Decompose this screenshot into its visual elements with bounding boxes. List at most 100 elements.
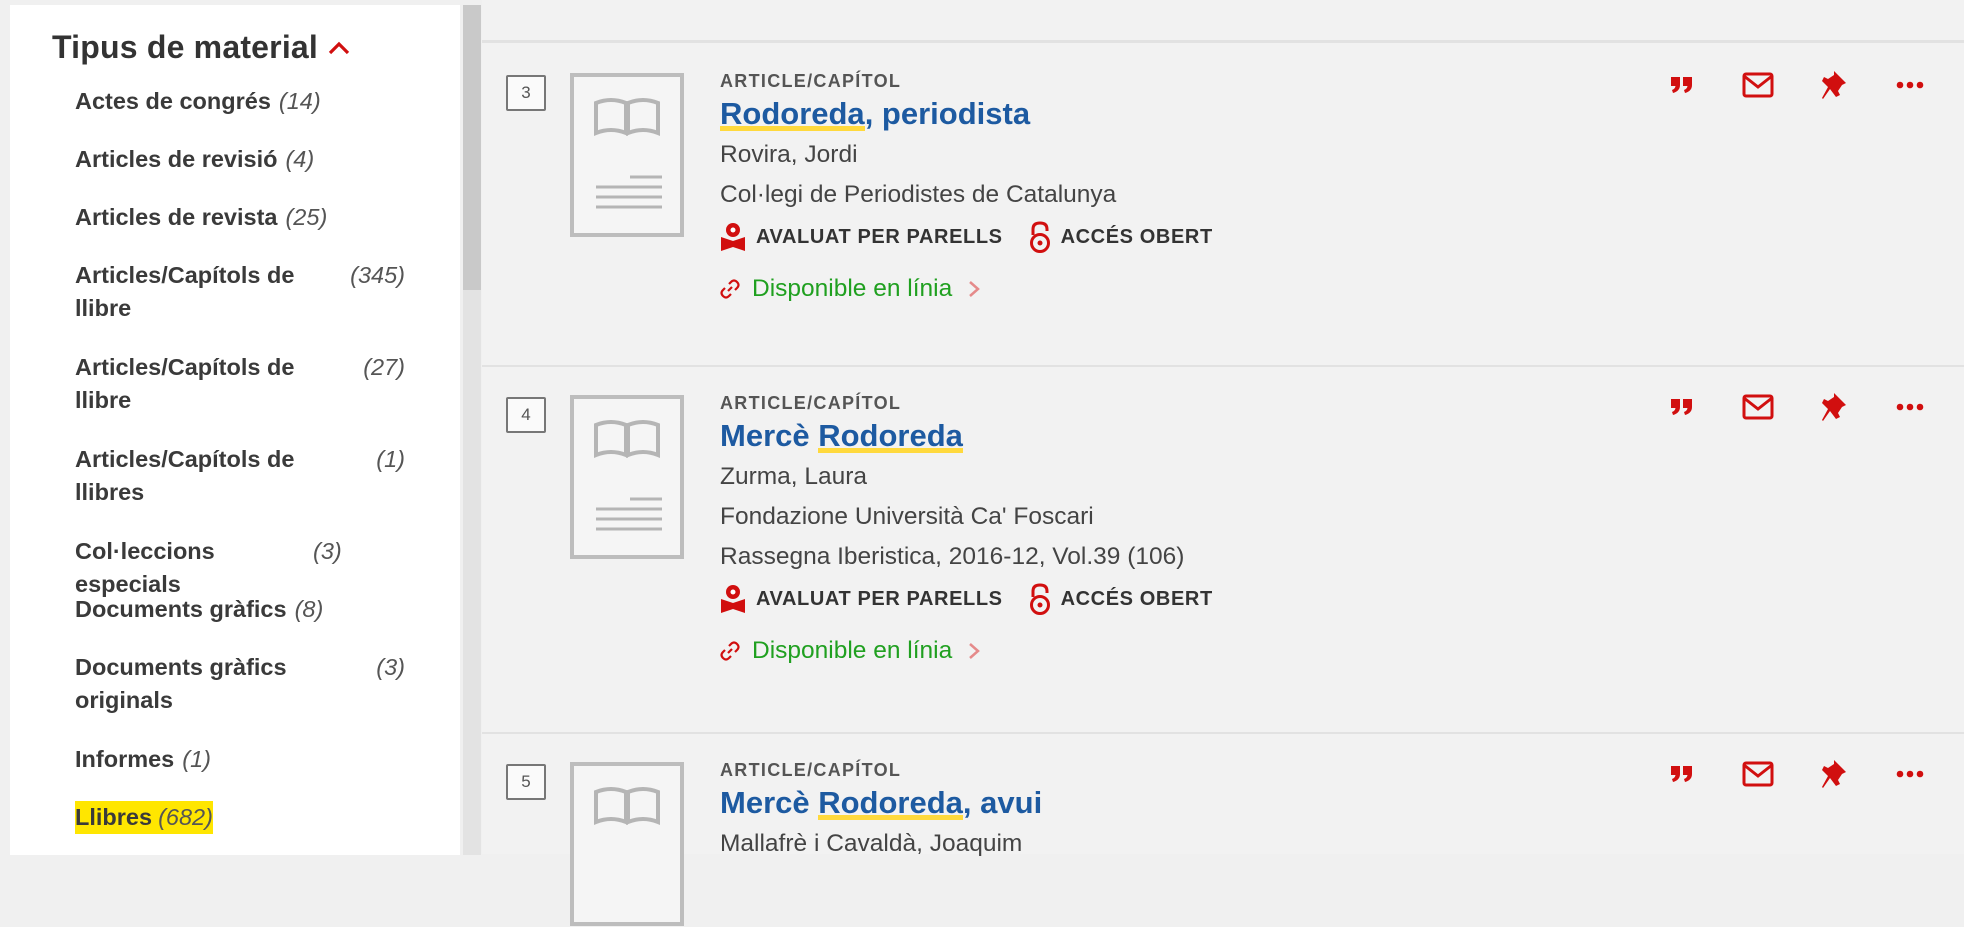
link-icon — [720, 641, 740, 661]
facet-item-label: Llibres — [75, 801, 153, 834]
result-badges: AVALUAT PER PARELLS ACCÉS OBERT — [720, 579, 1520, 619]
facet-item-count: (1) — [182, 746, 211, 772]
result-author: Mallafrè i Cavaldà, Joaquim — [720, 830, 1023, 857]
peer-review-icon — [721, 585, 745, 613]
open-access-label: ACCÉS OBERT — [1060, 587, 1213, 610]
book-placeholder-icon — [594, 420, 662, 531]
result-body: ARTICLE/CAPÍTOL Rodoreda, periodista Rov… — [720, 67, 1520, 303]
open-lock-icon — [1029, 583, 1050, 615]
open-access-badge: ACCÉS OBERT — [1029, 583, 1213, 615]
result-title-highlight: Rodoreda — [818, 418, 963, 453]
result-actions — [1662, 754, 1964, 794]
facet-item-label: Articles/Capítols de llibre — [75, 354, 295, 413]
result-title-highlight: Rodoreda — [720, 96, 865, 131]
result-type: ARTICLE/CAPÍTOL — [720, 760, 902, 780]
result-publisher: Fondazione Università Ca' Foscari — [720, 503, 1094, 530]
chevron-up-icon[interactable] — [328, 41, 350, 55]
facet-item-label: Documents gràfics — [75, 596, 287, 622]
result-title[interactable]: Mercè Rodoreda, avui — [720, 784, 1520, 824]
result-thumbnail[interactable] — [570, 73, 684, 237]
availability-link[interactable]: Disponible en línia — [720, 637, 1520, 665]
quote-icon — [1671, 766, 1692, 782]
facet-item[interactable]: Documents gràfics (8) — [75, 593, 405, 626]
cite-button[interactable] — [1662, 65, 1702, 105]
peer-review-badge: AVALUAT PER PARELLS — [720, 222, 1003, 252]
facet-item[interactable]: Documents gràfics originals (3) — [75, 651, 405, 717]
facet-item[interactable]: Informes (1) — [75, 743, 405, 776]
availability-label: Disponible en línia — [752, 637, 953, 664]
facet-item-count: (8) — [294, 596, 324, 622]
facet-group-header[interactable]: Tipus de material — [52, 29, 350, 66]
facet-item-count: (4) — [285, 146, 315, 172]
peer-review-badge: AVALUAT PER PARELLS — [720, 584, 1003, 614]
more-actions-button[interactable] — [1890, 65, 1930, 105]
result-title[interactable]: Mercè Rodoreda — [720, 417, 1520, 457]
result-body: ARTICLE/CAPÍTOL Mercè Rodoreda Zurma, La… — [720, 389, 1520, 665]
email-button[interactable] — [1738, 754, 1778, 794]
more-icon — [1896, 770, 1924, 778]
results-list: 3 ARTICLE/CAPÍTOL Rodoreda, periodista R… — [482, 0, 1964, 926]
email-button[interactable] — [1738, 387, 1778, 427]
peer-review-label: AVALUAT PER PARELLS — [756, 225, 1003, 248]
facet-item-count: (25) — [285, 204, 328, 230]
facet-item-count: (682) — [152, 801, 213, 834]
pin-button[interactable] — [1814, 65, 1854, 105]
open-access-badge: ACCÉS OBERT — [1029, 221, 1213, 253]
more-actions-button[interactable] — [1890, 754, 1930, 794]
result-number: 4 — [506, 397, 546, 433]
result-source: Rassegna Iberistica, 2016-12, Vol.39 (10… — [720, 543, 1185, 570]
facet-item-count: (27) — [363, 354, 405, 380]
facet-item[interactable]: Articles/Capítols de llibre (345) — [75, 259, 405, 325]
mail-icon — [1742, 394, 1774, 420]
result-card: 4 ARTICLE/CAPÍTOL Mercè Rodoreda Zurma, … — [482, 365, 1964, 733]
facet-item-count: (1) — [376, 446, 405, 472]
facet-item[interactable]: Articles/Capítols de llibre (27) — [75, 351, 405, 417]
facet-item-label: Articles/Capítols de llibres — [75, 446, 295, 505]
cite-button[interactable] — [1662, 754, 1702, 794]
email-button[interactable] — [1738, 65, 1778, 105]
facet-item-label: Col·leccions especials — [75, 538, 215, 597]
facet-item[interactable]: Articles de revista (25) — [75, 201, 405, 234]
result-thumbnail[interactable] — [570, 762, 684, 926]
pin-icon — [1822, 71, 1846, 99]
result-title-prefix: Mercè — [720, 785, 819, 820]
facet-item-label: Informes — [75, 746, 175, 772]
facet-item-label: Documents gràfics originals — [75, 654, 287, 713]
result-type: ARTICLE/CAPÍTOL — [720, 71, 902, 91]
result-publisher: Col·legi de Periodistes de Catalunya — [720, 181, 1117, 208]
open-lock-icon — [1029, 221, 1050, 253]
more-icon — [1896, 81, 1924, 89]
facet-item-label: Articles de revisió — [75, 146, 278, 172]
result-author: Rovira, Jordi — [720, 141, 858, 168]
facet-item[interactable]: Articles de revisió (4) — [75, 143, 405, 176]
pin-button[interactable] — [1814, 387, 1854, 427]
result-card: 5 ARTICLE/CAPÍTOL Mercè Rodoreda, avui M… — [482, 732, 1964, 926]
cite-button[interactable] — [1662, 387, 1702, 427]
availability-link[interactable]: Disponible en línia — [720, 275, 1520, 303]
result-title-rest: , avui — [962, 785, 1043, 820]
result-card: 3 ARTICLE/CAPÍTOL Rodoreda, periodista R… — [482, 41, 1964, 366]
facet-item-label: Articles/Capítols de llibre — [75, 262, 295, 321]
more-actions-button[interactable] — [1890, 387, 1930, 427]
result-badges: AVALUAT PER PARELLS ACCÉS OBERT — [720, 217, 1520, 257]
facet-title: Tipus de material — [52, 29, 319, 65]
result-thumbnail[interactable] — [570, 395, 684, 559]
sidebar-scrollbar-thumb[interactable] — [463, 5, 481, 290]
pin-button[interactable] — [1814, 754, 1854, 794]
facet-item-count: (3) — [376, 654, 405, 680]
pin-icon — [1822, 760, 1846, 788]
facet-item-selected[interactable]: Llibres (682) — [75, 801, 405, 834]
facet-item-label: Articles de revista — [75, 204, 278, 230]
pin-icon — [1822, 393, 1846, 421]
result-card-partial — [482, 0, 1964, 42]
facet-item[interactable]: Actes de congrés (14) — [75, 85, 405, 118]
result-type: ARTICLE/CAPÍTOL — [720, 393, 902, 413]
facet-item[interactable]: Col·leccions especials (3) — [75, 535, 405, 601]
result-actions — [1662, 65, 1964, 105]
result-title-prefix: Mercè — [720, 418, 819, 453]
facet-item[interactable]: Articles/Capítols de llibres (1) — [75, 443, 405, 509]
result-title-rest: , periodista — [864, 96, 1031, 131]
facet-item-label: Actes de congrés — [75, 88, 271, 114]
result-title[interactable]: Rodoreda, periodista — [720, 95, 1520, 135]
chevron-right-icon — [969, 281, 981, 297]
